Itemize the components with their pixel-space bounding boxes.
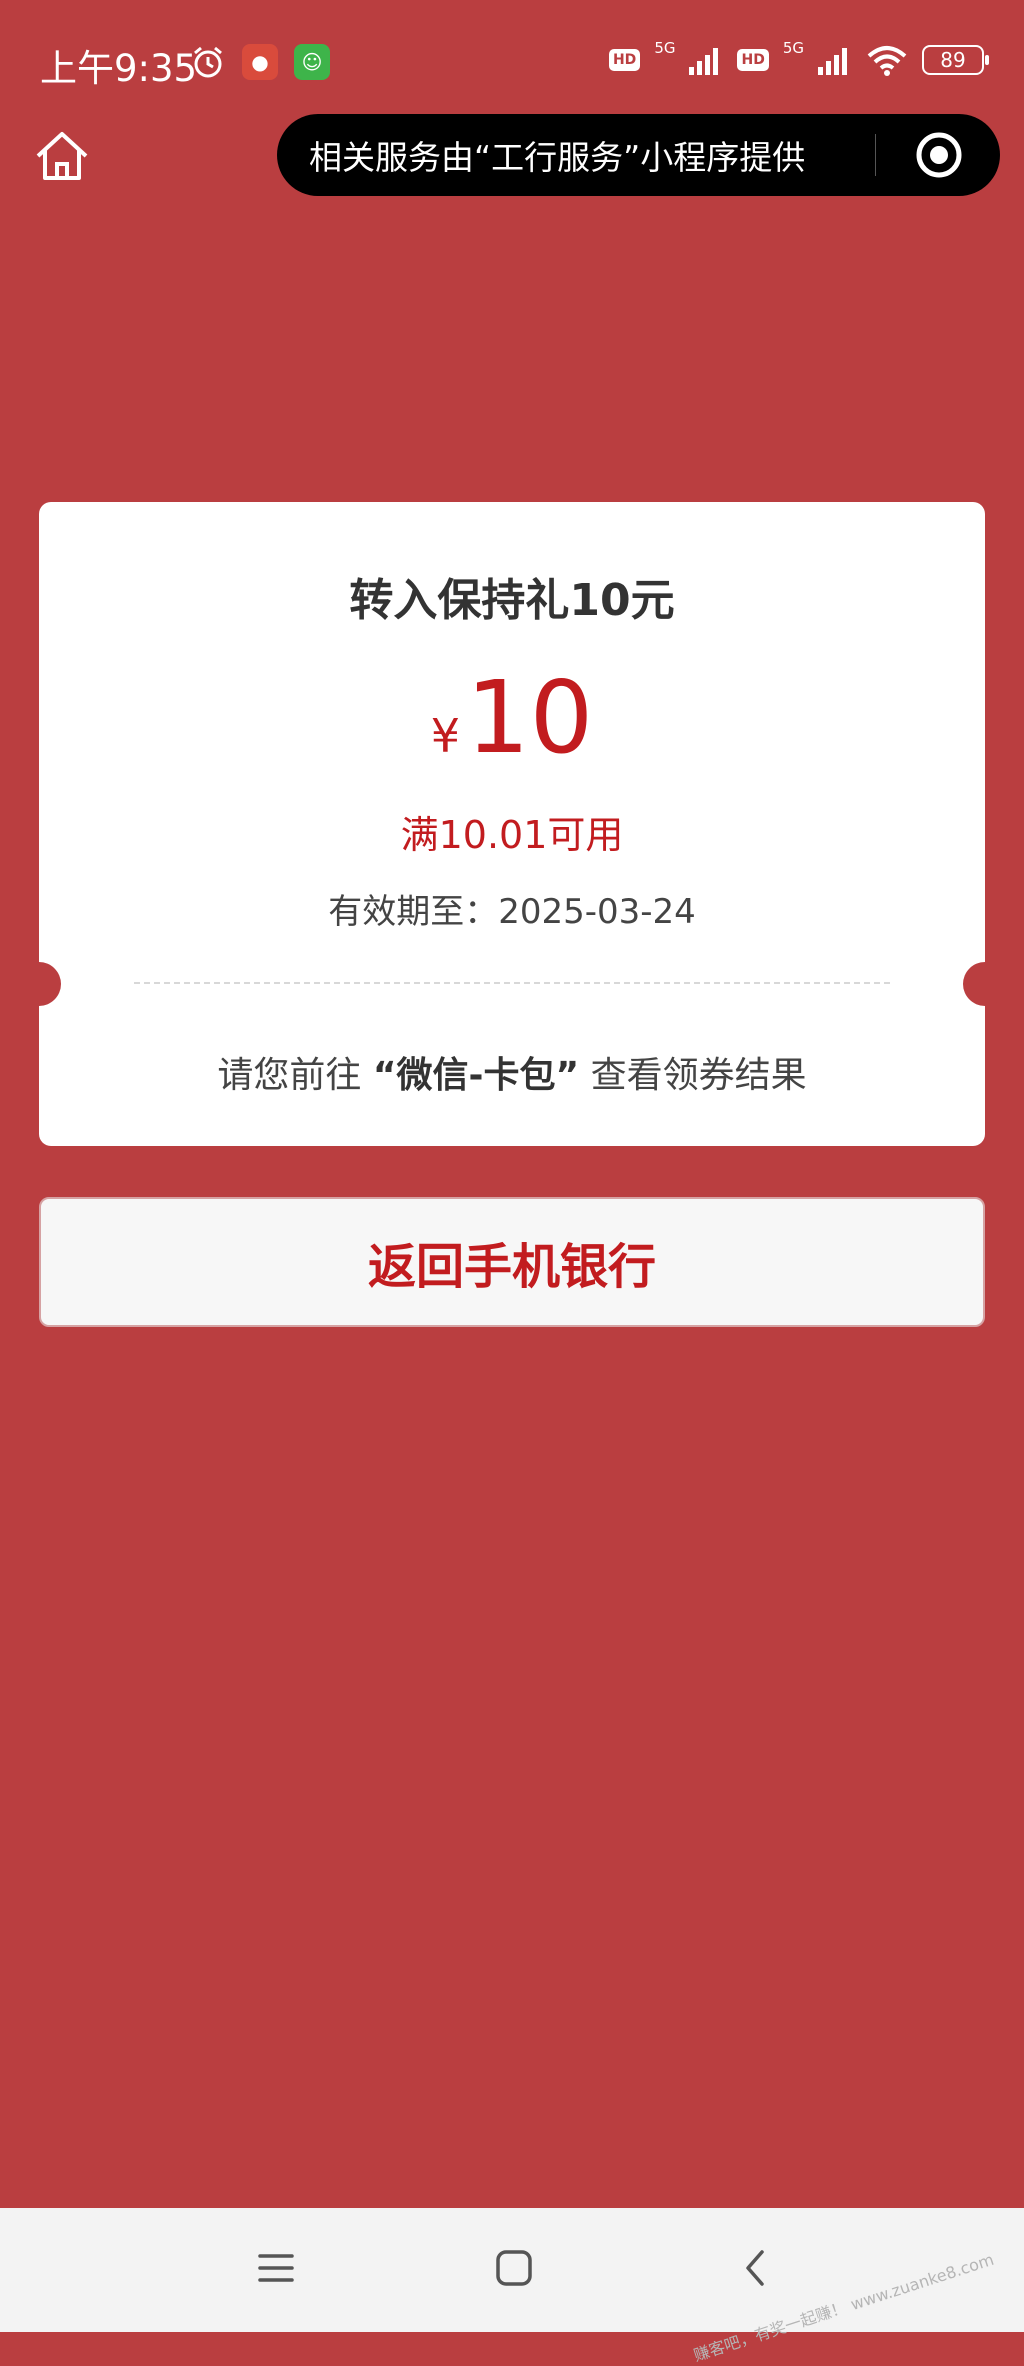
wifi-icon [867, 46, 907, 76]
mini-program-capsule[interactable]: 相关服务由“工行服务”小程序提供 [277, 114, 1000, 196]
app-notification-icon: ● [242, 44, 278, 80]
hd-badge: HD [608, 49, 641, 71]
coupon-card: 转入保持礼10元 ¥10 满10.01可用 有效期至：2025-03-24 请您… [17, 502, 1007, 1146]
coupon-hint: 请您前往 “微信-卡包” 查看领券结果 [39, 1046, 985, 1098]
coupon-condition: 满10.01可用 [400, 813, 624, 857]
hint-prefix: 请您前往 [217, 1055, 362, 1096]
coupon-notch-left [17, 962, 61, 1006]
back-chevron-icon[interactable] [736, 2248, 776, 2288]
status-time: 上午9:35 [40, 47, 198, 90]
system-nav-bar: 赚客吧，有奖一起赚！ www.zuanke8.com [0, 2208, 1024, 2365]
alarm-icon [194, 46, 222, 78]
return-to-mobile-bank-button[interactable]: 返回手机银行 [39, 1197, 985, 1327]
menu-icon[interactable] [256, 2248, 296, 2288]
status-bar: 上午9:35 ● ☺ HD 5G HD 5G 89 [0, 0, 1024, 130]
capsule-divider [875, 134, 876, 176]
wechat-notification-icon: ☺ [294, 44, 330, 80]
target-icon[interactable] [915, 131, 963, 179]
battery-icon: 89 [922, 45, 989, 75]
currency-symbol: ¥ [430, 709, 461, 763]
home-button[interactable] [32, 128, 92, 184]
hint-strong: “微信-卡包” [372, 1055, 580, 1096]
status-icons-right: HD 5G HD 5G 89 [608, 39, 989, 76]
signal-icon [689, 48, 719, 75]
status-icons-left: ● ☺ [190, 44, 330, 80]
hd-badge-2: HD [737, 49, 769, 71]
coupon-notch-right [963, 962, 1007, 1006]
coupon-title: 转入保持礼10元 [349, 575, 675, 626]
hint-suffix: 查看领券结果 [590, 1055, 807, 1096]
signal-icon-2 [818, 48, 847, 75]
network-type-1: 5G [654, 39, 676, 57]
coupon-amount: 10 [466, 659, 594, 776]
home-icon [36, 132, 88, 180]
network-type-2: 5G [782, 39, 804, 57]
coupon-divider [134, 982, 890, 984]
coupon-amount-row: ¥10 [39, 668, 985, 768]
capsule-notice: 相关服务由“工行服务”小程序提供 [309, 138, 806, 177]
coupon-validity: 有效期至：2025-03-24 [328, 892, 696, 932]
square-home-icon[interactable] [494, 2248, 534, 2288]
